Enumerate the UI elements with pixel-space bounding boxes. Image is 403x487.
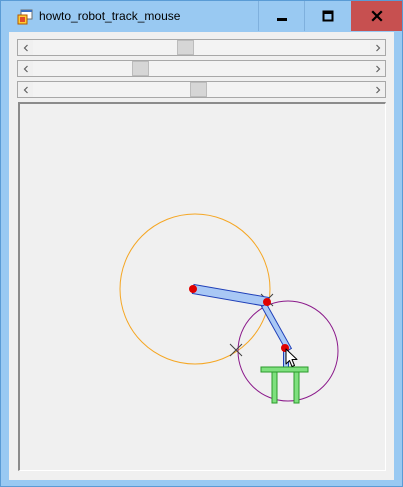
target-x-marker <box>229 343 243 357</box>
scroll-right-button[interactable] <box>370 61 385 76</box>
scroll-track[interactable] <box>33 61 370 76</box>
scroll-track[interactable] <box>33 82 370 97</box>
scroll-left-button[interactable] <box>18 40 33 55</box>
chevron-left-icon <box>23 65 28 72</box>
chevron-left-icon <box>23 86 28 93</box>
scroll-right-button[interactable] <box>370 82 385 97</box>
close-icon <box>370 10 383 22</box>
close-button[interactable] <box>351 1 402 31</box>
robot-arm-scene <box>119 213 339 404</box>
forearm-segment <box>260 303 293 352</box>
chevron-right-icon <box>375 65 380 72</box>
scrollbar-1[interactable] <box>17 39 386 56</box>
shoulder-joint <box>189 285 197 293</box>
chevron-left-icon <box>23 44 28 51</box>
minimize-icon <box>276 18 287 21</box>
app-window: howto_robot_track_mouse <box>0 0 403 487</box>
upper-arm-segment <box>191 283 270 308</box>
minimize-button[interactable] <box>258 1 304 31</box>
scroll-thumb[interactable] <box>177 40 194 55</box>
app-form-icon <box>17 9 33 25</box>
window-title: howto_robot_track_mouse <box>39 9 181 23</box>
maximize-icon <box>322 10 334 22</box>
table-left-leg <box>271 371 278 404</box>
scroll-left-button[interactable] <box>18 82 33 97</box>
scroll-right-button[interactable] <box>370 40 385 55</box>
robot-drawing-canvas[interactable] <box>18 102 386 471</box>
form-client-area <box>9 32 394 480</box>
scrollbar-2[interactable] <box>17 60 386 77</box>
chevron-right-icon <box>375 86 380 93</box>
chevron-right-icon <box>375 44 380 51</box>
maximize-button[interactable] <box>304 1 351 31</box>
scroll-thumb[interactable] <box>132 61 149 76</box>
scroll-left-button[interactable] <box>18 61 33 76</box>
scroll-track[interactable] <box>33 40 370 55</box>
scrollbar-3[interactable] <box>17 81 386 98</box>
table-right-leg <box>293 371 300 404</box>
elbow-joint <box>263 298 271 306</box>
table-top <box>260 366 309 373</box>
title-bar[interactable]: howto_robot_track_mouse <box>1 1 402 32</box>
scroll-thumb[interactable] <box>190 82 207 97</box>
